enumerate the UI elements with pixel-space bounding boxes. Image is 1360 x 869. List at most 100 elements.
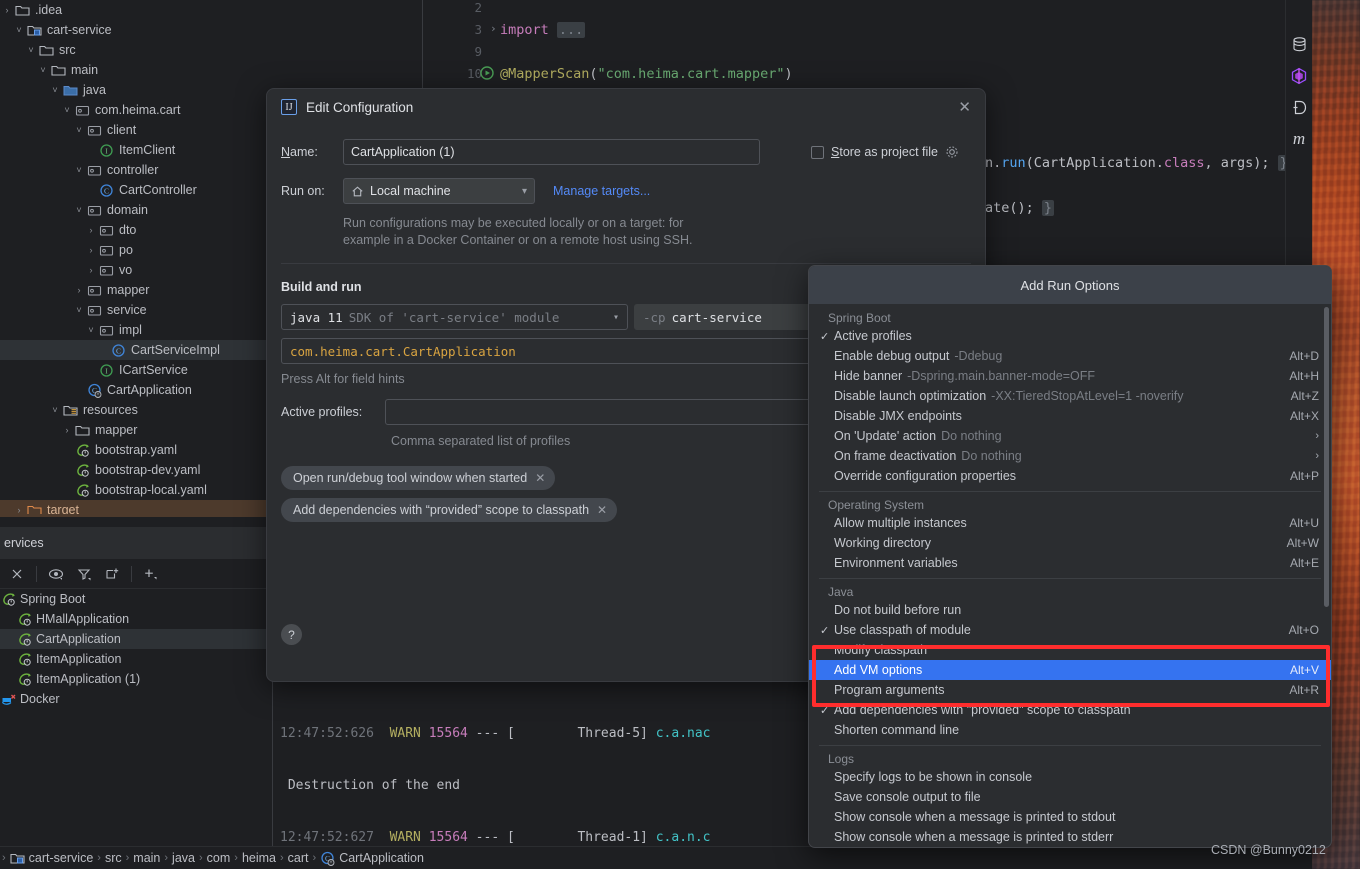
- tree-item-impl[interactable]: ˅ impl: [0, 320, 268, 340]
- chevron-right-icon[interactable]: ›: [72, 280, 86, 300]
- breadcrumb-item-main[interactable]: main: [129, 851, 164, 865]
- tree-item-cartserviceimpl[interactable]: C CartServiceImpl: [0, 340, 268, 360]
- menu-item-enable-debug-output[interactable]: Enable debug output -Ddebug Alt+D: [809, 346, 1331, 366]
- breadcrumb-item-java[interactable]: java: [168, 851, 199, 865]
- tree-item-cartcontroller[interactable]: C CartController: [0, 180, 268, 200]
- menu-item-hide-banner[interactable]: Hide banner -Dspring.main.banner-mode=OFF…: [809, 366, 1331, 386]
- menu-item-active-profiles[interactable]: ✓ Active profiles: [809, 326, 1331, 346]
- chevron-down-icon[interactable]: ˅: [24, 40, 38, 60]
- service-item-docker[interactable]: Docker: [0, 689, 268, 709]
- fold-arrow-icon[interactable]: ›: [490, 22, 497, 35]
- tree-item-mapper[interactable]: › mapper: [0, 280, 268, 300]
- menu-item-shorten-command-line[interactable]: Shorten command line: [809, 720, 1331, 740]
- menu-item-program-arguments[interactable]: Program arguments Alt+R: [809, 680, 1331, 700]
- plus-icon[interactable]: [138, 562, 164, 586]
- service-item-hmallapplication[interactable]: HMallApplication: [0, 609, 268, 629]
- menu-item-show-console-when-a-message-is-printed-to-stdout[interactable]: Show console when a message is printed t…: [809, 807, 1331, 827]
- help-button[interactable]: ?: [281, 624, 302, 645]
- close-icon[interactable]: ✕: [535, 471, 545, 485]
- tree-item-cartapplication[interactable]: C CartApplication: [0, 380, 268, 400]
- tree-item-cart-service[interactable]: ˅ cart-service: [0, 20, 268, 40]
- tree-item-dto[interactable]: › dto: [0, 220, 268, 240]
- menu-item-specify-logs-to-be-shown-in-console[interactable]: Specify logs to be shown in console: [809, 767, 1331, 787]
- tree-item-src[interactable]: ˅ src: [0, 40, 268, 60]
- popup-scrollbar[interactable]: [1324, 307, 1329, 607]
- tree-item-bootstrap-yaml[interactable]: bootstrap.yaml: [0, 440, 268, 460]
- chevron-right-icon[interactable]: ›: [60, 420, 74, 440]
- name-input[interactable]: CartApplication (1): [343, 139, 760, 165]
- d-letter-icon[interactable]: [1291, 99, 1308, 116]
- services-tab-header[interactable]: ervices: [0, 527, 268, 559]
- menu-item-allow-multiple-instances[interactable]: Allow multiple instances Alt+U: [809, 513, 1331, 533]
- menu-item-add-dependencies-with-provided-scope-to-classpath[interactable]: ✓ Add dependencies with "provided" scope …: [809, 700, 1331, 720]
- tree-item-po[interactable]: › po: [0, 240, 268, 260]
- breadcrumb-item-com[interactable]: com: [203, 851, 235, 865]
- tree-item-domain[interactable]: ˅ domain: [0, 200, 268, 220]
- breadcrumb-item-heima[interactable]: heima: [238, 851, 280, 865]
- tree-item-service[interactable]: ˅ service: [0, 300, 268, 320]
- tree-item-client[interactable]: ˅ client: [0, 120, 268, 140]
- tree-item-com-heima-cart[interactable]: ˅ com.heima.cart: [0, 100, 268, 120]
- service-item-spring-boot[interactable]: Spring Boot: [0, 589, 268, 609]
- menu-item-use-classpath-of-module[interactable]: ✓ Use classpath of module Alt+O: [809, 620, 1331, 640]
- tree-item-java[interactable]: ˅ java: [0, 80, 268, 100]
- filter-icon[interactable]: [71, 562, 97, 586]
- menu-item-save-console-output-to-file[interactable]: Save console output to file: [809, 787, 1331, 807]
- menu-item-disable-launch-optimization[interactable]: Disable launch optimization -XX:TieredSto…: [809, 386, 1331, 406]
- close-icon[interactable]: ✕: [597, 503, 607, 517]
- tree-item-itemclient[interactable]: I ItemClient: [0, 140, 268, 160]
- breadcrumb-item-cartapplication[interactable]: C CartApplication: [316, 851, 428, 866]
- chip-open-run-debug-window[interactable]: Open run/debug tool window when started …: [281, 466, 556, 490]
- menu-item-environment-variables[interactable]: Environment variables Alt+E: [809, 553, 1331, 573]
- tree-item-icartservice[interactable]: I ICartService: [0, 360, 268, 380]
- chevron-right-icon[interactable]: ›: [84, 220, 98, 240]
- code-editor[interactable]: 2 3 9 10 › import ... @MapperScan("com.h…: [422, 0, 1210, 95]
- tree-item-controller[interactable]: ˅ controller: [0, 160, 268, 180]
- tree-item-resources[interactable]: ˅ resources: [0, 400, 268, 420]
- eye-icon[interactable]: [43, 562, 69, 586]
- chip-add-provided-dependencies[interactable]: Add dependencies with “provided” scope t…: [281, 498, 618, 522]
- manage-targets-link[interactable]: Manage targets...: [553, 184, 650, 198]
- add-tab-icon[interactable]: [99, 562, 125, 586]
- store-as-project-file-checkbox[interactable]: [811, 145, 824, 159]
- database-icon[interactable]: [1291, 36, 1308, 53]
- project-tree[interactable]: › .idea ˅ cart-service ˅ src ˅ main ˅ java ˅ com.he…: [0, 0, 268, 517]
- chevron-down-icon[interactable]: ˅: [72, 160, 86, 180]
- breadcrumb-item-cart[interactable]: cart: [284, 851, 313, 865]
- breadcrumb-item-src[interactable]: src: [101, 851, 126, 865]
- chevron-down-icon[interactable]: ˅: [72, 120, 86, 140]
- chevron-down-icon[interactable]: ˅: [60, 100, 74, 120]
- chevron-down-icon[interactable]: ˅: [84, 320, 98, 340]
- service-item-itemapplication[interactable]: ItemApplication: [0, 649, 268, 669]
- chevron-right-icon[interactable]: ›: [84, 240, 98, 260]
- menu-item-disable-jmx-endpoints[interactable]: Disable JMX endpoints Alt+X: [809, 406, 1331, 426]
- chevron-down-icon[interactable]: ˅: [72, 200, 86, 220]
- tree-item-bootstrap-dev-yaml[interactable]: bootstrap-dev.yaml: [0, 460, 268, 480]
- run-on-combobox[interactable]: Local machine ▾: [343, 178, 535, 204]
- menu-item-do-not-build-before-run[interactable]: Do not build before run: [809, 600, 1331, 620]
- chevron-down-icon[interactable]: ˅: [12, 20, 26, 40]
- menu-item-modify-classpath[interactable]: Modify classpath: [809, 640, 1331, 660]
- maven-m-icon[interactable]: m: [1293, 130, 1305, 147]
- service-item-itemapplication-1-[interactable]: ItemApplication (1): [0, 669, 268, 689]
- breadcrumb-item-cart-service[interactable]: cart-service: [6, 851, 98, 866]
- chevron-down-icon[interactable]: ˅: [36, 60, 50, 80]
- menu-item-add-vm-options[interactable]: Add VM options Alt+V: [809, 660, 1331, 680]
- tree-item-bootstrap-local-yaml[interactable]: bootstrap-local.yaml: [0, 480, 268, 500]
- close-tab-icon[interactable]: [4, 562, 30, 586]
- cube-icon[interactable]: [1290, 67, 1308, 85]
- menu-item-on-frame-deactivation[interactable]: On frame deactivation Do nothing ›: [809, 446, 1331, 466]
- menu-item-override-configuration-properties[interactable]: Override configuration properties Alt+P: [809, 466, 1331, 486]
- jre-combobox[interactable]: java 11 SDK of 'cart-service' module ▾: [281, 304, 628, 330]
- menu-item-on-update-action[interactable]: On 'Update' action Do nothing ›: [809, 426, 1331, 446]
- chevron-right-icon[interactable]: ›: [84, 260, 98, 280]
- service-item-cartapplication[interactable]: CartApplication: [0, 629, 268, 649]
- gear-icon[interactable]: [945, 145, 959, 159]
- menu-item-working-directory[interactable]: Working directory Alt+W: [809, 533, 1331, 553]
- close-icon[interactable]: ✕: [958, 100, 971, 115]
- chevron-right-icon[interactable]: ›: [0, 0, 14, 20]
- tree-item-main[interactable]: ˅ main: [0, 60, 268, 80]
- tree-item-vo[interactable]: › vo: [0, 260, 268, 280]
- run-gutter-icon[interactable]: [480, 66, 495, 81]
- chevron-down-icon[interactable]: ˅: [72, 300, 86, 320]
